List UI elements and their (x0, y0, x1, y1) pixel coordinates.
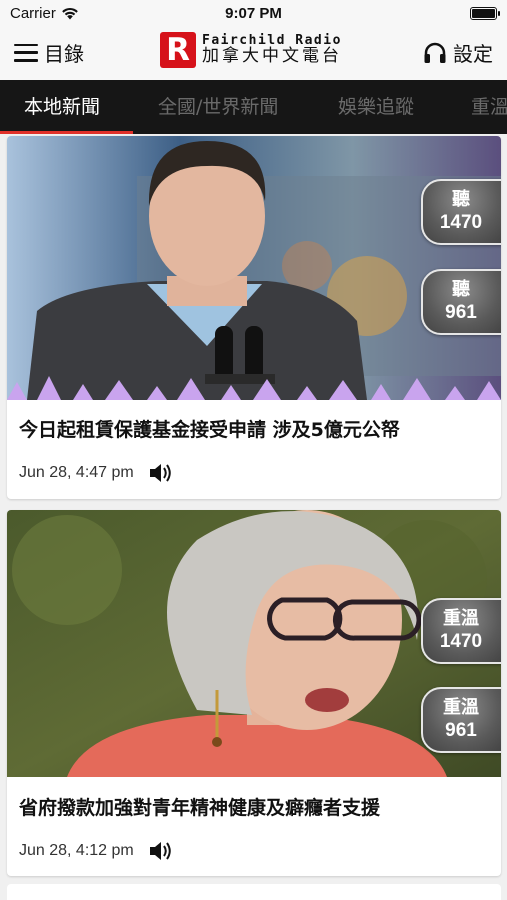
category-tab-bar: 本地新聞 全國/世界新聞 娛樂追蹤 重溫 (0, 80, 507, 134)
news-card-partial[interactable] (7, 884, 501, 900)
article-timestamp: Jun 28, 4:12 pm (19, 842, 134, 859)
app-header: 目錄 Fairchild Radio 加拿大中文電台 設定 (0, 28, 507, 80)
article-meta: Jun 28, 4:12 pm (19, 840, 172, 862)
replay-button-frequency: 1470 (439, 631, 483, 652)
news-card[interactable]: 省府撥款加強對青年精神健康及癖癮者支援 Jun 28, 4:12 pm 重溫 1… (7, 510, 501, 876)
replay-button-label: 重溫 (443, 697, 479, 718)
status-bar: Carrier 9:07 PM (0, 0, 507, 28)
news-card[interactable]: 今日起租賃保護基金接受申請 涉及5億元公帑 Jun 28, 4:47 pm 聽 … (7, 136, 501, 499)
article-photo[interactable] (7, 136, 501, 400)
replay-button-label: 重溫 (443, 608, 479, 629)
listen-button-frequency: 961 (445, 302, 477, 323)
article-headline[interactable]: 今日起租賃保護基金接受申請 涉及5億元公帑 (19, 415, 400, 442)
settings-label: 設定 (453, 42, 493, 66)
article-meta: Jun 28, 4:47 pm (19, 462, 172, 484)
replay-button-frequency: 961 (445, 720, 477, 741)
hamburger-icon (14, 43, 38, 62)
listen-button-label: 聽 (452, 279, 470, 300)
replay-1470-button[interactable]: 重溫 1470 (421, 598, 501, 664)
listen-button-label: 聽 (452, 189, 470, 210)
article-timestamp: Jun 28, 4:47 pm (19, 464, 134, 481)
replay-961-button[interactable]: 重溫 961 (421, 687, 501, 753)
logo-chinese-name: 加拿大中文電台 (202, 45, 342, 66)
battery-icon (470, 7, 500, 20)
settings-button[interactable]: 設定 (423, 38, 493, 67)
listen-961-button[interactable]: 聽 961 (421, 269, 501, 335)
menu-label: 目錄 (44, 42, 84, 66)
listen-1470-button[interactable]: 聽 1470 (421, 179, 501, 245)
tab-local-news[interactable]: 本地新聞 (24, 80, 100, 134)
tab-replay[interactable]: 重溫 (471, 80, 507, 134)
menu-button[interactable]: 目錄 (14, 38, 84, 67)
speaker-icon[interactable] (148, 462, 172, 484)
tab-entertainment[interactable]: 娛樂追蹤 (338, 80, 414, 134)
app-logo: Fairchild Radio 加拿大中文電台 (160, 32, 342, 68)
news-feed[interactable]: 今日起租賃保護基金接受申請 涉及5億元公帑 Jun 28, 4:47 pm 聽 … (0, 134, 507, 900)
speaker-icon[interactable] (148, 840, 172, 862)
headphones-icon (424, 42, 446, 63)
listen-button-frequency: 1470 (439, 212, 483, 233)
logo-mark-icon (160, 32, 196, 68)
article-headline[interactable]: 省府撥款加強對青年精神健康及癖癮者支援 (19, 793, 380, 820)
status-time: 9:07 PM (225, 5, 282, 22)
tab-national-world-news[interactable]: 全國/世界新聞 (158, 80, 278, 134)
